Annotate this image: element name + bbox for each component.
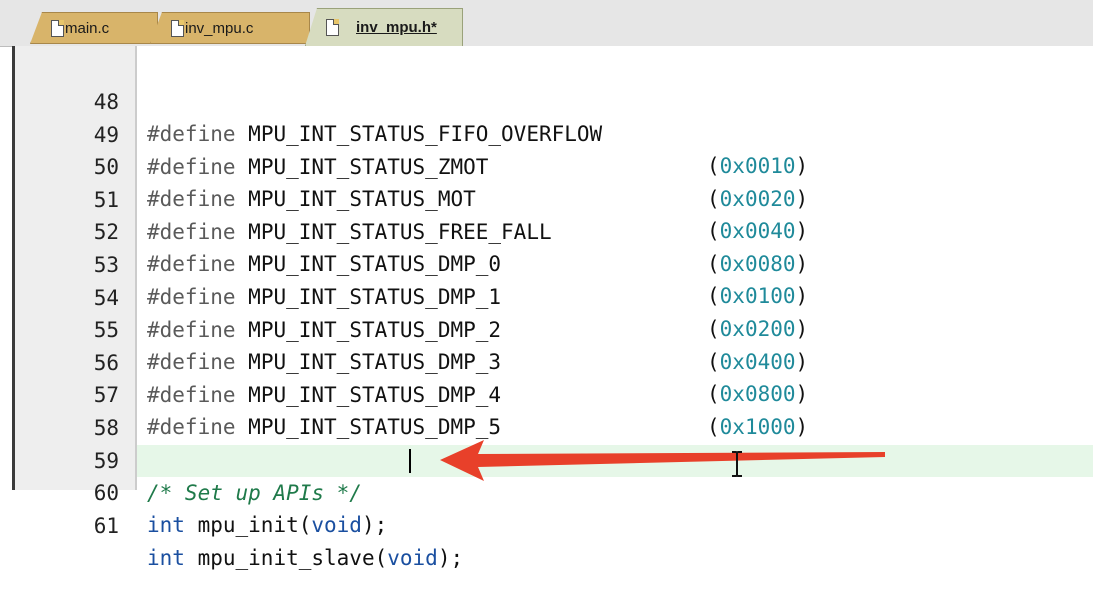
type-keyword: int <box>147 513 185 538</box>
code-text: int mpu_init(void); <box>147 509 387 541</box>
line-number: 61 <box>93 514 119 538</box>
code-tail: ); <box>437 546 464 570</box>
code-tail: ); <box>361 513 388 538</box>
code-text: int mpu_init_slave(void); <box>147 542 463 574</box>
function-name: mpu_init( <box>184 513 312 538</box>
param-keyword: void <box>387 546 438 570</box>
param-keyword: void <box>311 513 362 538</box>
type-keyword: int <box>147 546 185 570</box>
red-arrow-icon <box>440 440 885 481</box>
function-name: mpu_init_slave( <box>184 546 388 570</box>
ibeam-cursor-icon <box>732 451 742 477</box>
